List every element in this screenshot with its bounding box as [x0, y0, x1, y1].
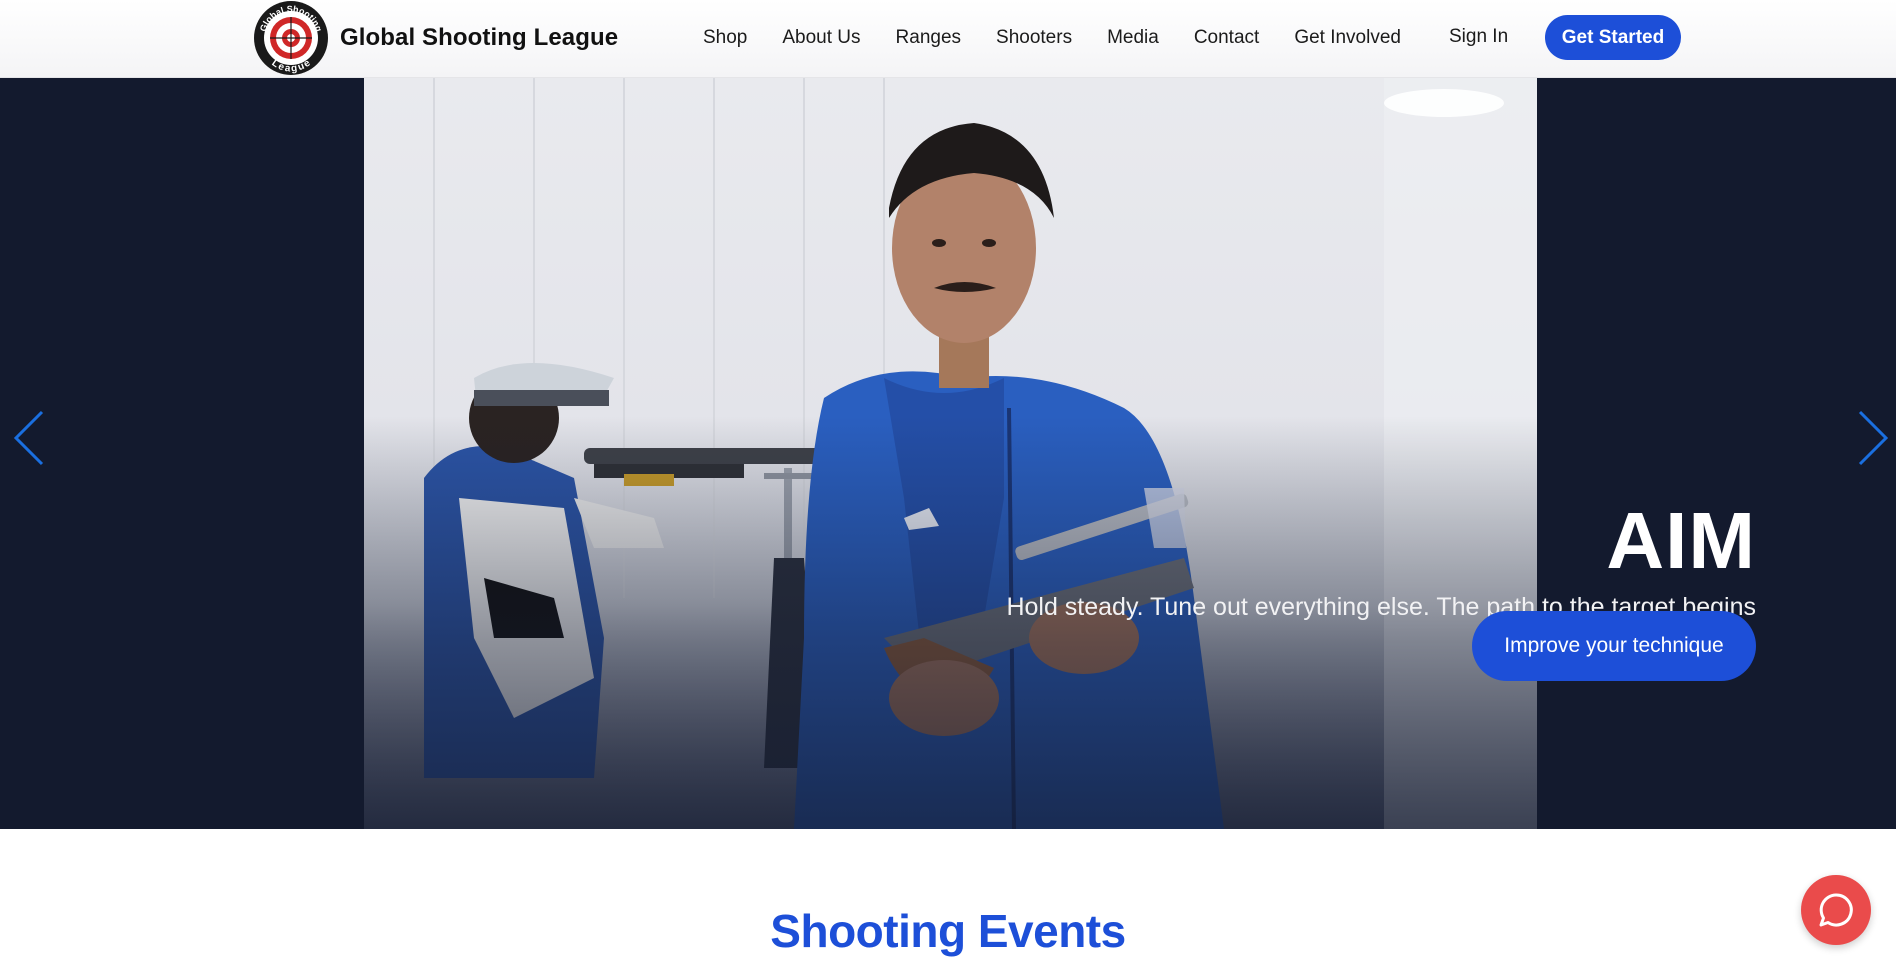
nav-media[interactable]: Media: [1107, 27, 1159, 49]
brand[interactable]: Global Shooting League Global Shooting L…: [254, 1, 618, 75]
nav-shooters[interactable]: Shooters: [996, 27, 1072, 49]
hero-image: [364, 78, 1537, 829]
shooters-photo: [424, 78, 1537, 829]
improve-technique-button[interactable]: Improve your technique: [1472, 611, 1756, 681]
hero-carousel: AIM Hold steady. Tune out everything els…: [0, 78, 1896, 829]
sign-in-link[interactable]: Sign In: [1449, 26, 1508, 48]
get-started-button[interactable]: Get Started: [1545, 15, 1681, 60]
chat-button[interactable]: [1801, 875, 1871, 945]
nav-get-involved[interactable]: Get Involved: [1294, 27, 1401, 49]
chevron-right-icon: [1858, 410, 1889, 466]
main-nav: Shop About Us Ranges Shooters Media Cont…: [703, 0, 1401, 76]
hero-title: AIM: [1606, 496, 1756, 585]
nav-ranges[interactable]: Ranges: [896, 27, 962, 49]
logo[interactable]: Global Shooting League: [254, 1, 328, 75]
nav-about-us[interactable]: About Us: [782, 27, 860, 49]
section-title-shooting-events: Shooting Events: [770, 905, 1126, 957]
carousel-prev-button[interactable]: [10, 408, 50, 468]
chat-bubble-icon: [1819, 893, 1853, 927]
nav-shop[interactable]: Shop: [703, 27, 747, 49]
site-header: Global Shooting League Global Shooting L…: [0, 0, 1896, 78]
carousel-next-button[interactable]: [1852, 408, 1892, 468]
target-logo-icon: Global Shooting League: [255, 2, 327, 75]
brand-name[interactable]: Global Shooting League: [340, 24, 618, 52]
nav-contact[interactable]: Contact: [1194, 27, 1259, 49]
chevron-left-icon: [13, 410, 44, 466]
